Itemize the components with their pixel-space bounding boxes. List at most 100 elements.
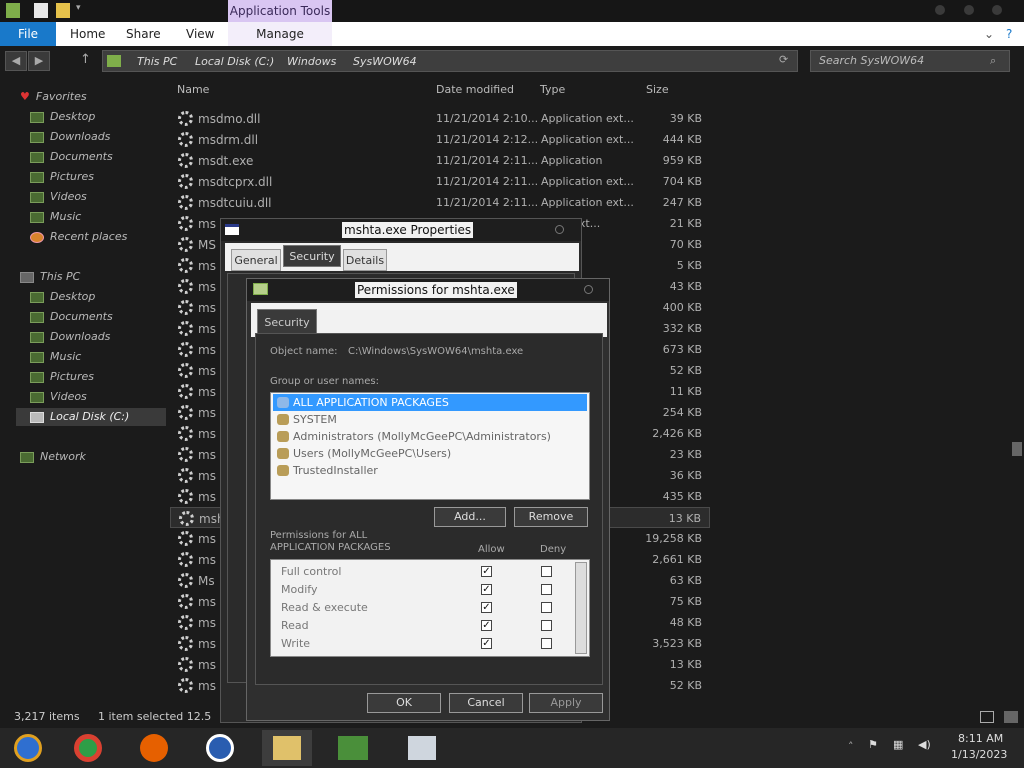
search-icon[interactable]: ⌕: [990, 54, 996, 68]
deny-checkbox[interactable]: [541, 566, 552, 577]
allow-checkbox[interactable]: ✓: [481, 602, 492, 613]
allow-checkbox[interactable]: ✓: [481, 566, 492, 577]
clock-date[interactable]: 1/13/2023: [951, 748, 1007, 761]
new-folder-icon[interactable]: [56, 3, 70, 18]
add-button[interactable]: Add...: [434, 507, 506, 527]
breadcrumb-syswow64[interactable]: SysWOW64: [353, 55, 417, 68]
minimize-button[interactable]: [935, 5, 945, 15]
tab-general[interactable]: General: [231, 249, 281, 271]
deny-checkbox[interactable]: [541, 584, 552, 595]
breadcrumb-windows[interactable]: Windows: [287, 55, 336, 68]
nav-fav-music[interactable]: Music: [30, 208, 81, 226]
properties-close-button[interactable]: [555, 225, 564, 234]
nav-fav-documents[interactable]: Documents: [30, 148, 113, 166]
nav-pc-videos[interactable]: Videos: [30, 388, 87, 406]
deny-checkbox[interactable]: [541, 620, 552, 631]
breadcrumb-local-disk[interactable]: Local Disk (C:): [195, 55, 274, 68]
nav-fav-downloads[interactable]: Downloads: [30, 128, 110, 146]
allow-checkbox[interactable]: ✓: [481, 638, 492, 649]
nav-fav-desktop[interactable]: Desktop: [30, 108, 95, 126]
nav-favorites[interactable]: ♥ Favorites: [20, 88, 87, 106]
properties-icon[interactable]: [34, 3, 48, 18]
maximize-button[interactable]: [964, 5, 974, 15]
remove-button[interactable]: Remove: [514, 507, 588, 527]
file-row[interactable]: msdrm.dll 11/21/2014 2:12... Application e…: [170, 129, 710, 150]
customize-quick-access-icon[interactable]: ▾: [76, 3, 86, 18]
permissions-scrollbar[interactable]: [575, 562, 587, 654]
nav-pc-local-disk[interactable]: Local Disk (C:): [16, 408, 166, 426]
deny-checkbox[interactable]: [541, 602, 552, 613]
column-name[interactable]: Name: [177, 83, 209, 96]
expand-ribbon-icon[interactable]: ⌄: [984, 22, 994, 46]
properties-title: mshta.exe Properties: [342, 222, 474, 238]
system-app-icon[interactable]: [398, 730, 446, 766]
firefox-icon[interactable]: [130, 730, 178, 766]
back-button[interactable]: ◀: [5, 51, 27, 71]
details-view-icon[interactable]: [980, 711, 994, 723]
nav-pc-music[interactable]: Music: [30, 348, 81, 366]
help-icon[interactable]: ?: [1006, 22, 1012, 46]
breadcrumb-this-pc[interactable]: This PC: [137, 55, 177, 68]
file-row[interactable]: msdt.exe 11/21/2014 2:11... Application 959…: [170, 150, 710, 171]
nav-pc-documents[interactable]: Documents: [30, 308, 113, 326]
network-tray-icon[interactable]: ▦: [893, 738, 903, 751]
cancel-button[interactable]: Cancel: [449, 693, 523, 713]
tab-details[interactable]: Details: [343, 249, 387, 271]
list-item-trustedinstaller[interactable]: TrustedInstaller: [273, 462, 587, 479]
chrome-icon[interactable]: [64, 730, 112, 766]
file-explorer-icon[interactable]: [262, 730, 312, 766]
file-row[interactable]: msdtcuiu.dll 11/21/2014 2:11... Applicatio…: [170, 192, 710, 213]
nav-network[interactable]: Network: [20, 448, 86, 466]
forward-button[interactable]: ▶: [28, 51, 50, 71]
allow-checkbox[interactable]: ✓: [481, 620, 492, 631]
file-size: 70 KB: [669, 238, 702, 251]
close-button[interactable]: [992, 5, 1002, 15]
file-name: msdmo.dll: [198, 112, 261, 126]
nav-fav-pictures[interactable]: Pictures: [30, 168, 94, 186]
file-row[interactable]: msdtcprx.dll 11/21/2014 2:11... Applicatio…: [170, 171, 710, 192]
column-size[interactable]: Size: [646, 83, 669, 96]
tab-file[interactable]: File: [0, 22, 56, 46]
folder-icon[interactable]: [6, 3, 20, 18]
refresh-icon[interactable]: ⟳: [779, 53, 788, 66]
nav-pc-downloads[interactable]: Downloads: [30, 328, 110, 346]
nav-pc-desktop[interactable]: Desktop: [30, 288, 95, 306]
ok-button[interactable]: OK: [367, 693, 441, 713]
address-bar[interactable]: This PC Local Disk (C:) Windows SysWOW64…: [102, 50, 798, 72]
allow-checkbox[interactable]: ✓: [481, 584, 492, 595]
tab-home[interactable]: Home: [70, 22, 105, 46]
apply-button[interactable]: Apply: [529, 693, 603, 713]
ie-icon[interactable]: [196, 730, 244, 766]
nav-this-pc[interactable]: This PC: [20, 268, 80, 286]
group-user-list[interactable]: ALL APPLICATION PACKAGES SYSTEM Administ…: [270, 392, 590, 500]
tab-share[interactable]: Share: [126, 22, 161, 46]
tab-manage[interactable]: Manage: [228, 22, 332, 46]
volume-icon[interactable]: ◀): [918, 738, 931, 751]
start-button[interactable]: [4, 730, 52, 766]
nav-pc-pictures[interactable]: Pictures: [30, 368, 94, 386]
nav-fav-recent[interactable]: Recent places: [30, 228, 127, 246]
users-app-icon[interactable]: [328, 730, 376, 766]
search-input[interactable]: Search SysWOW64: [810, 50, 1010, 72]
show-hidden-icons[interactable]: ˄: [848, 740, 854, 753]
clock-time[interactable]: 8:11 AM: [958, 732, 1003, 745]
nav-fav-videos[interactable]: Videos: [30, 188, 87, 206]
group-label: Administrators (MollyMcGeePC\Administrat…: [293, 430, 551, 443]
vertical-scrollbar[interactable]: [1010, 80, 1024, 710]
tab-view[interactable]: View: [186, 22, 214, 46]
column-type[interactable]: Type: [540, 83, 565, 96]
column-date-modified[interactable]: Date modified: [436, 83, 514, 96]
list-item-all-application-packages[interactable]: ALL APPLICATION PACKAGES: [273, 394, 587, 411]
list-item-users[interactable]: Users (MollyMcGeePC\Users): [273, 445, 587, 462]
file-row[interactable]: msdmo.dll 11/21/2014 2:10... Application e…: [170, 108, 710, 129]
tab-security[interactable]: Security: [283, 245, 341, 267]
list-item-system[interactable]: SYSTEM: [273, 411, 587, 428]
scrollbar-thumb[interactable]: [1012, 442, 1022, 456]
folder-icon: [107, 55, 121, 67]
list-item-administrators[interactable]: Administrators (MollyMcGeePC\Administrat…: [273, 428, 587, 445]
large-icons-view-icon[interactable]: [1004, 711, 1018, 723]
deny-checkbox[interactable]: [541, 638, 552, 649]
up-button[interactable]: ↑: [80, 52, 91, 67]
action-center-flag-icon[interactable]: ⚑: [868, 738, 878, 751]
permissions-close-button[interactable]: [584, 285, 593, 294]
